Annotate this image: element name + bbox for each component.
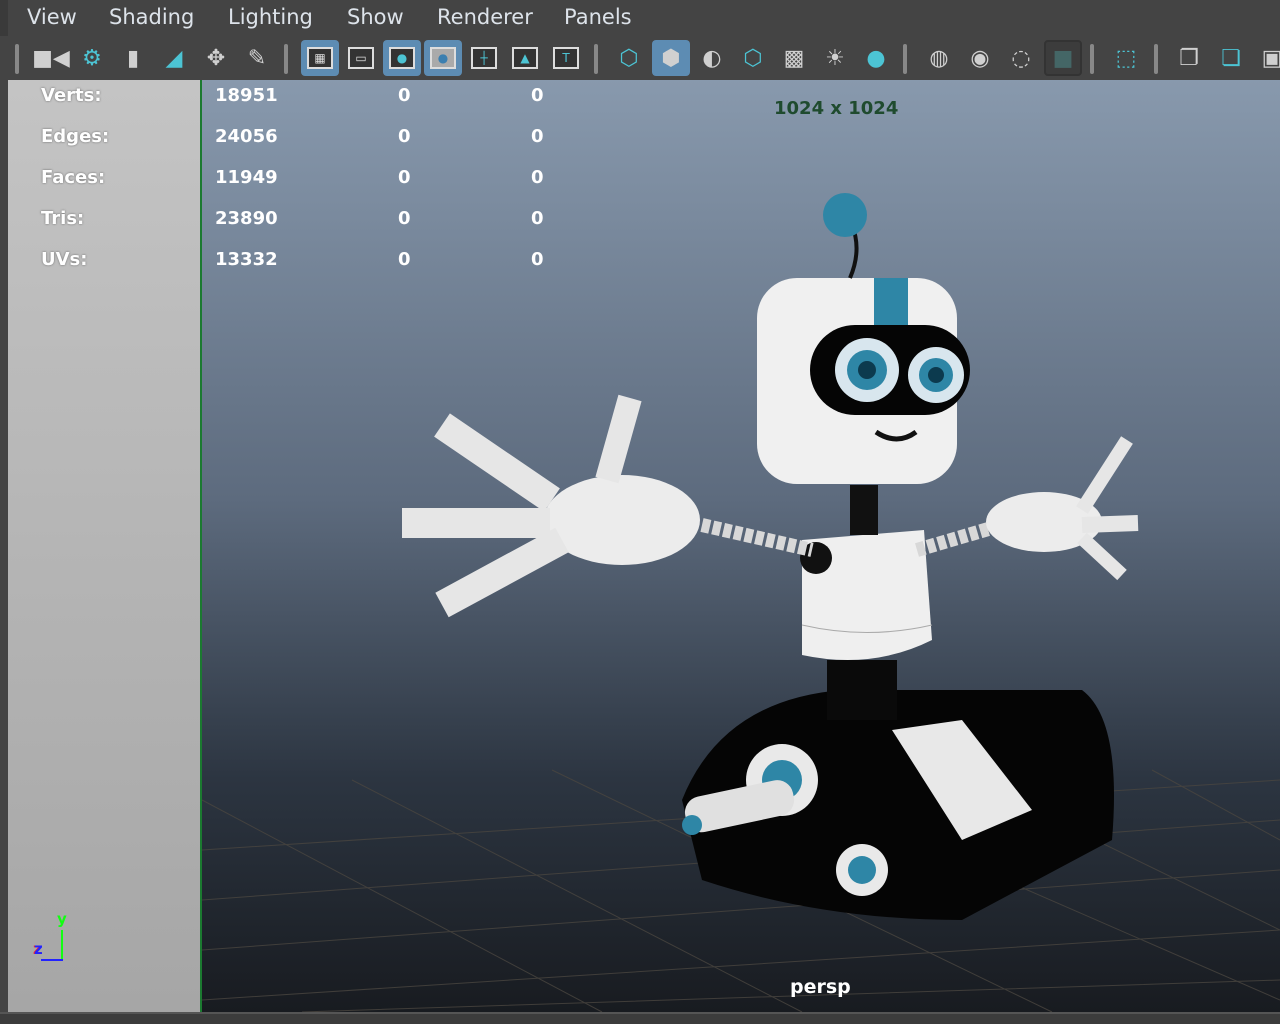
toolbar-separator	[1154, 44, 1158, 74]
xray-icon[interactable]: ❐	[1170, 40, 1208, 76]
image-plane-icon[interactable]: ◢	[155, 40, 193, 76]
left-panel: Verts: Edges: Faces: Tris: UVs: y z	[8, 80, 202, 1012]
toolbar-separator	[903, 44, 907, 74]
grid-icon[interactable]: ▦	[301, 40, 339, 76]
toolbar-separator	[1090, 44, 1094, 74]
stat-label-faces: Faces:	[41, 167, 106, 188]
camera-icon[interactable]: ■◀	[32, 40, 70, 76]
stat-label-tris: Tris:	[41, 208, 85, 229]
film-gate-icon[interactable]: ▭	[342, 40, 380, 76]
menu-lighting[interactable]: Lighting	[228, 5, 313, 29]
safe-title-icon[interactable]: T	[547, 40, 585, 76]
stat-label-uvs: UVs:	[41, 249, 88, 270]
field-chart-icon[interactable]: ┼	[465, 40, 503, 76]
bottom-border	[0, 1012, 1280, 1024]
camera-attributes-icon[interactable]: ⚙	[73, 40, 111, 76]
z-axis-label: z	[34, 940, 43, 958]
y-axis-line	[61, 930, 63, 960]
toolbar-separator	[284, 44, 288, 74]
anti-aliasing-icon[interactable]: ◌	[1002, 40, 1040, 76]
resolution-gate-icon[interactable]: ●	[383, 40, 421, 76]
isolate-select-icon[interactable]: ⬚	[1107, 40, 1145, 76]
2d-pan-zoom-icon[interactable]: ✥	[197, 40, 235, 76]
menu-shading[interactable]: Shading	[109, 5, 194, 29]
xray-active-icon[interactable]: ▣	[1253, 40, 1280, 76]
stat-label-verts: Verts:	[41, 85, 102, 106]
smooth-shade-icon[interactable]: ⬢	[652, 40, 690, 76]
viewport-menu-bar: View Shading Lighting Show Renderer Pane…	[0, 0, 1280, 36]
scene	[202, 193, 1280, 1012]
textured-icon[interactable]: ▩	[775, 40, 813, 76]
depth-of-field-icon[interactable]: ■	[1044, 40, 1082, 76]
viewport-toolbar: ■◀ ⚙ ▮ ◢ ✥ ✎ ▦ ▭ ● ● ┼ ▲ T ⬡ ⬢ ◐ ⬡ ▩ ☀ ●…	[0, 36, 1280, 80]
shadows-icon[interactable]: ●	[857, 40, 895, 76]
menu-renderer[interactable]: Renderer	[437, 5, 533, 29]
gate-mask-icon[interactable]: ●	[424, 40, 462, 76]
default-material-icon[interactable]: ◐	[693, 40, 731, 76]
z-axis-line	[41, 959, 63, 961]
toolbar-separator	[15, 44, 19, 74]
menu-show[interactable]: Show	[347, 5, 404, 29]
bookmark-icon[interactable]: ▮	[114, 40, 152, 76]
motion-blur-icon[interactable]: ◉	[961, 40, 999, 76]
lights-icon[interactable]: ☀	[816, 40, 854, 76]
menu-view[interactable]: View	[27, 5, 77, 29]
screen-space-ao-icon[interactable]: ◍	[920, 40, 958, 76]
xray-joints-icon[interactable]: ❏	[1212, 40, 1250, 76]
toolbar-separator	[594, 44, 598, 74]
stat-label-edges: Edges:	[41, 126, 110, 147]
grease-pencil-icon[interactable]: ✎	[238, 40, 276, 76]
safe-action-icon[interactable]: ▲	[506, 40, 544, 76]
menu-panels[interactable]: Panels	[564, 5, 632, 29]
wireframe-icon[interactable]: ⬡	[610, 40, 648, 76]
camera-name-label: persp	[790, 976, 851, 998]
robot-model	[402, 193, 1139, 920]
y-axis-label: y	[57, 910, 67, 928]
perspective-viewport[interactable]: 18951 0 0 24056 0 0 11949 0 0 23890 0 0 …	[202, 80, 1280, 1012]
wireframe-on-shaded-icon[interactable]: ⬡	[734, 40, 772, 76]
